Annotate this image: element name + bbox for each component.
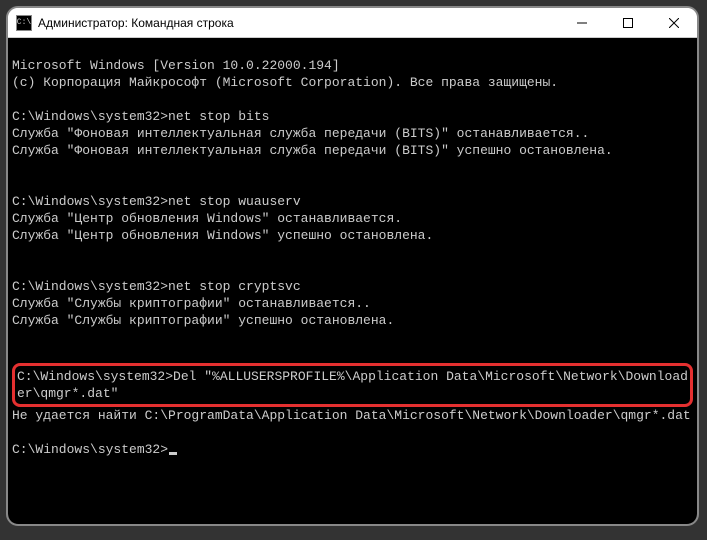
prompt: C:\Windows\system32> xyxy=(12,279,168,294)
cursor-icon xyxy=(169,452,177,455)
window-title: Администратор: Командная строка xyxy=(38,16,559,30)
prompt: C:\Windows\system32> xyxy=(12,442,168,457)
close-button[interactable] xyxy=(651,8,697,38)
output-line: Служба "Центр обновления Windows" успешн… xyxy=(12,227,693,244)
prompt: C:\Windows\system32> xyxy=(17,369,173,384)
cmd-window: C:\ Администратор: Командная строка Micr… xyxy=(8,8,697,524)
output-line: Служба "Фоновая интеллектуальная служба … xyxy=(12,125,693,142)
output-line: Служба "Службы криптографии" успешно ост… xyxy=(12,312,693,329)
prompt: C:\Windows\system32> xyxy=(12,194,168,209)
cmd-icon: C:\ xyxy=(16,15,32,31)
command-text: net stop bits xyxy=(168,109,269,124)
command-text: net stop cryptsvc xyxy=(168,279,301,294)
highlighted-command: C:\Windows\system32>Del "%ALLUSERSPROFIL… xyxy=(12,363,693,407)
titlebar[interactable]: C:\ Администратор: Командная строка xyxy=(8,8,697,38)
error-line: Не удается найти C:\ProgramData\Applicat… xyxy=(12,407,693,424)
command-text: net stop wuauserv xyxy=(168,194,301,209)
banner-copyright: (c) Корпорация Майкрософт (Microsoft Cor… xyxy=(12,74,693,91)
output-line: Служба "Центр обновления Windows" остана… xyxy=(12,210,693,227)
output-line: Служба "Фоновая интеллектуальная служба … xyxy=(12,142,693,159)
minimize-button[interactable] xyxy=(559,8,605,38)
terminal-output[interactable]: Microsoft Windows [Version 10.0.22000.19… xyxy=(8,38,697,524)
banner-version: Microsoft Windows [Version 10.0.22000.19… xyxy=(12,57,693,74)
maximize-button[interactable] xyxy=(605,8,651,38)
output-line: Служба "Службы криптографии" останавлива… xyxy=(12,295,693,312)
prompt: C:\Windows\system32> xyxy=(12,109,168,124)
